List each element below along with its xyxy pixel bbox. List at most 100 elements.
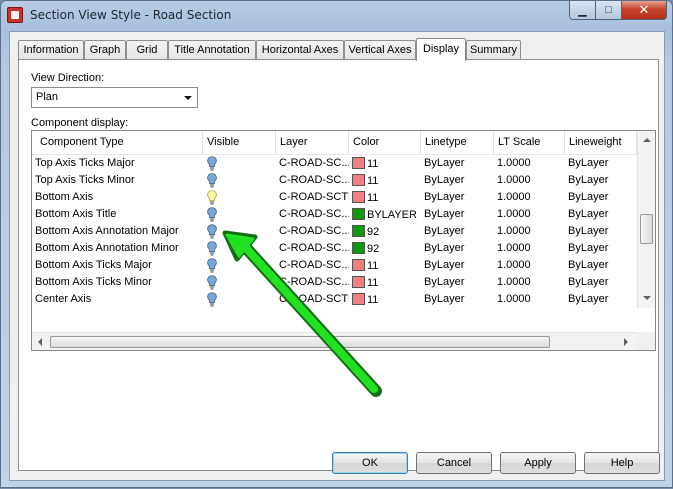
color-value: 92 — [367, 226, 380, 238]
color-swatch — [352, 208, 365, 220]
horizontal-scroll-thumb[interactable] — [50, 336, 550, 348]
lt-scale-cell: 1.0000 — [497, 174, 531, 186]
title-bar[interactable]: Section View Style - Road Section ▁ □ ✕ — [1, 1, 672, 31]
window-title: Section View Style - Road Section — [30, 8, 232, 22]
help-button[interactable]: Help — [584, 452, 660, 474]
column-header-linetype[interactable]: Linetype — [421, 131, 494, 155]
lightbulb-on-icon[interactable] — [207, 207, 217, 222]
visible-cell[interactable] — [203, 274, 276, 291]
lightbulb-off-icon[interactable] — [207, 190, 217, 205]
color-cell[interactable]: BYLAYER — [349, 206, 421, 223]
table-row[interactable]: Bottom Axis Annotation Minor C-ROAD-SC..… — [32, 240, 637, 257]
tab-vertical-axes[interactable]: Vertical Axes — [344, 40, 416, 60]
visible-cell[interactable] — [203, 223, 276, 240]
lt-scale-cell: 1.0000 — [497, 191, 531, 203]
vertical-scrollbar[interactable] — [637, 131, 655, 308]
color-swatch — [352, 276, 365, 288]
lightbulb-on-icon[interactable] — [207, 275, 217, 290]
tab-graph[interactable]: Graph — [84, 40, 126, 60]
lt-scale-cell: 1.0000 — [497, 242, 531, 254]
lineweight-cell: ByLayer — [568, 225, 609, 237]
minimize-button[interactable]: ▁ — [569, 1, 596, 20]
table-row[interactable]: Top Axis Ticks Major C-ROAD-SC... 11 ByL… — [32, 155, 637, 172]
vertical-scroll-thumb[interactable] — [640, 214, 653, 244]
color-cell[interactable]: 11 — [349, 155, 421, 172]
visible-cell[interactable] — [203, 257, 276, 274]
table-row[interactable]: Bottom Axis C-ROAD-SCTN 11 ByLayer 1.000… — [32, 189, 637, 206]
column-header-layer[interactable]: Layer — [276, 131, 349, 155]
table-row[interactable]: Bottom Axis Annotation Major C-ROAD-SC..… — [32, 223, 637, 240]
color-value: 11 — [367, 277, 379, 289]
table-row[interactable]: Bottom Axis Ticks Minor C-ROAD-SC... 11 … — [32, 274, 637, 291]
layer-cell: C-ROAD-SC... — [279, 259, 349, 271]
scroll-down-arrow-icon[interactable] — [643, 296, 651, 300]
maximize-button[interactable]: □ — [596, 1, 622, 20]
scroll-up-arrow-icon[interactable] — [643, 138, 651, 142]
visible-cell[interactable] — [203, 189, 276, 206]
layer-cell: C-ROAD-SC... — [279, 225, 349, 237]
cancel-button[interactable]: Cancel — [416, 452, 492, 474]
component-type-cell: Center Axis — [35, 293, 92, 305]
grid-header: Component Type Visible Layer Color Linet… — [32, 131, 637, 155]
table-row[interactable]: Bottom Axis Title C-ROAD-SC... BYLAYER B… — [32, 206, 637, 223]
linetype-cell: ByLayer — [424, 276, 465, 288]
layer-cell: C-ROAD-SC... — [279, 157, 349, 169]
linetype-cell: ByLayer — [424, 191, 465, 203]
component-type-cell: Bottom Axis — [35, 191, 94, 203]
color-cell[interactable]: 11 — [349, 274, 421, 291]
visible-cell[interactable] — [203, 240, 276, 257]
chevron-down-icon — [184, 96, 192, 100]
tab-title-annotation[interactable]: Title Annotation — [168, 40, 256, 60]
component-display-grid[interactable]: Component Type Visible Layer Color Linet… — [31, 130, 656, 351]
column-header-lineweight[interactable]: Lineweight — [565, 131, 637, 155]
visible-cell[interactable] — [203, 155, 276, 172]
color-value: 11 — [367, 175, 379, 187]
component-type-cell: Top Axis Ticks Major — [35, 157, 135, 169]
lightbulb-on-icon[interactable] — [207, 224, 217, 239]
table-row[interactable]: Bottom Axis Ticks Major C-ROAD-SC... 11 … — [32, 257, 637, 274]
lightbulb-on-icon[interactable] — [207, 292, 217, 307]
table-row[interactable]: Top Axis Ticks Minor C-ROAD-SC... 11 ByL… — [32, 172, 637, 189]
scroll-left-arrow-icon[interactable] — [38, 338, 42, 346]
column-header-lt-scale[interactable]: LT Scale — [494, 131, 565, 155]
color-cell[interactable]: 11 — [349, 257, 421, 274]
lightbulb-on-icon[interactable] — [207, 173, 217, 188]
color-swatch — [352, 225, 365, 237]
view-direction-select[interactable]: Plan — [31, 87, 198, 108]
column-header-component-type[interactable]: Component Type — [32, 131, 203, 155]
lineweight-cell: ByLayer — [568, 259, 609, 271]
color-cell[interactable]: 11 — [349, 172, 421, 189]
scroll-right-arrow-icon[interactable] — [624, 338, 628, 346]
lightbulb-on-icon[interactable] — [207, 241, 217, 256]
component-type-cell: Bottom Axis Title — [35, 208, 117, 220]
layer-cell: C-ROAD-SC... — [279, 174, 349, 186]
color-cell[interactable]: 92 — [349, 240, 421, 257]
linetype-cell: ByLayer — [424, 174, 465, 186]
horizontal-scrollbar[interactable] — [32, 332, 637, 350]
color-swatch — [352, 259, 365, 271]
dialog-client: Information Graph Grid Title Annotation … — [9, 31, 665, 481]
lightbulb-on-icon[interactable] — [207, 258, 217, 273]
color-cell[interactable]: 11 — [349, 291, 421, 308]
lightbulb-on-icon[interactable] — [207, 156, 217, 171]
column-header-color[interactable]: Color — [349, 131, 421, 155]
visible-cell[interactable] — [203, 172, 276, 189]
apply-button[interactable]: Apply — [500, 452, 576, 474]
component-type-cell: Bottom Axis Ticks Minor — [35, 276, 152, 288]
visible-cell[interactable] — [203, 206, 276, 223]
layer-cell: C-ROAD-SCTN — [279, 293, 349, 305]
tab-horizontal-axes[interactable]: Horizontal Axes — [256, 40, 344, 60]
table-row[interactable]: Center Axis C-ROAD-SCTN 11 ByLayer 1.000… — [32, 291, 637, 308]
color-cell[interactable]: 92 — [349, 223, 421, 240]
tab-information[interactable]: Information — [18, 40, 84, 60]
view-direction-label: View Direction: — [31, 72, 105, 84]
lineweight-cell: ByLayer — [568, 157, 609, 169]
visible-cell[interactable] — [203, 291, 276, 308]
close-button[interactable]: ✕ — [622, 1, 667, 20]
tab-display[interactable]: Display — [416, 38, 466, 61]
column-header-visible[interactable]: Visible — [203, 131, 276, 155]
ok-button[interactable]: OK — [332, 452, 408, 474]
color-cell[interactable]: 11 — [349, 189, 421, 206]
tab-grid[interactable]: Grid — [126, 40, 168, 60]
tab-summary[interactable]: Summary — [466, 40, 521, 60]
